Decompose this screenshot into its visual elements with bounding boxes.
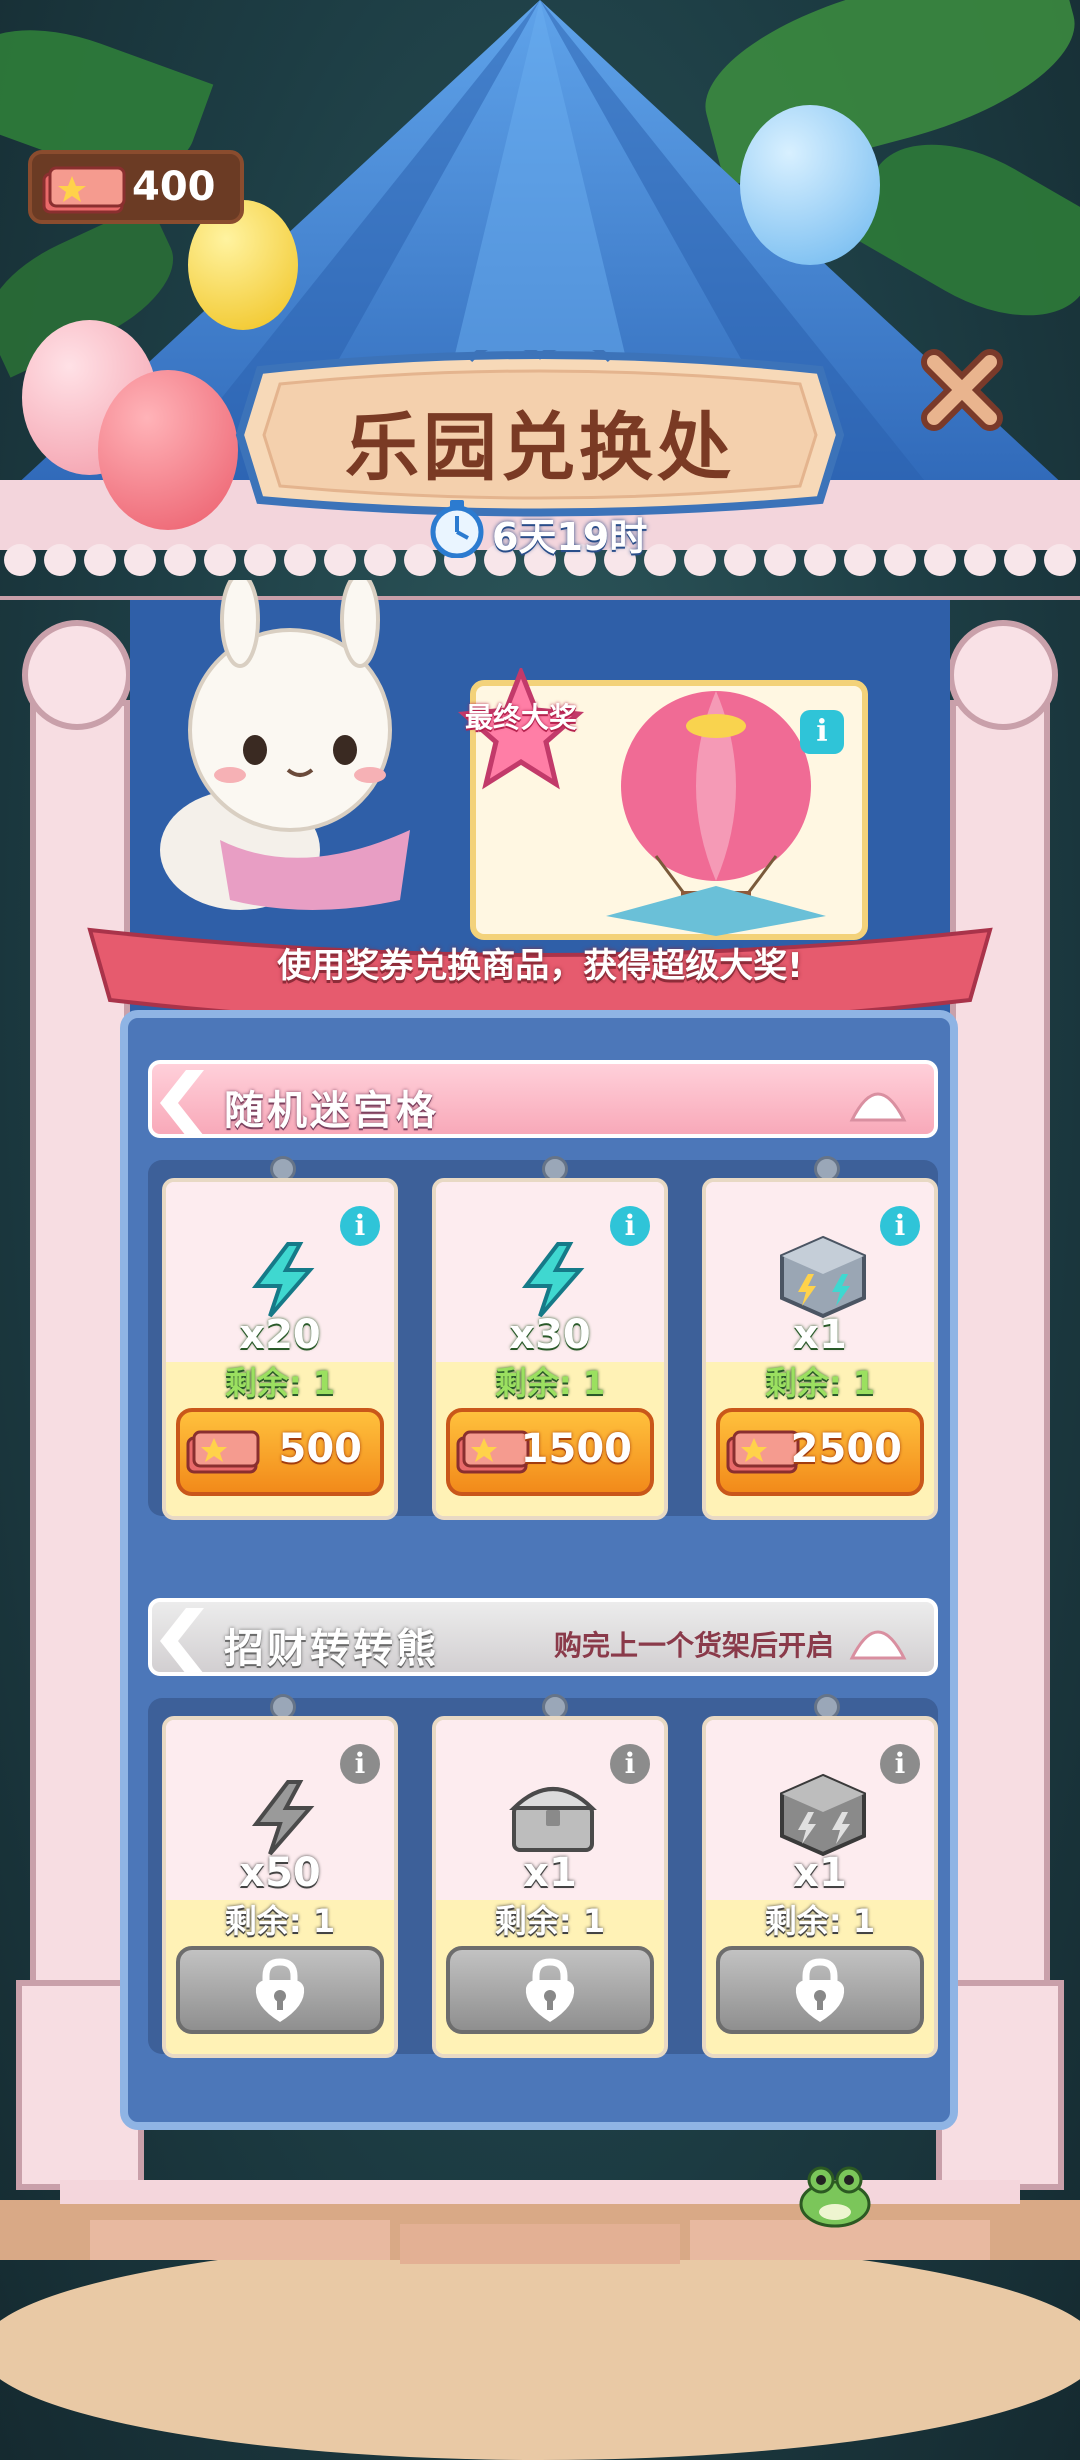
title-sign: 乐园兑换处: [220, 350, 860, 520]
lock-icon: [525, 1958, 575, 2022]
item-card-locked[interactable]: i x50 剩余: 1: [162, 1716, 398, 2058]
grand-prize-badge-text: 最终大奖: [464, 701, 577, 734]
lightning-box-icon: [780, 1235, 866, 1319]
page-title: 乐园兑换处: [345, 405, 735, 491]
item-card[interactable]: i x30 剩余: 1 1500: [432, 1178, 668, 1520]
item-quantity: x50: [239, 1850, 321, 1896]
info-icon[interactable]: i: [340, 1744, 380, 1784]
item-quantity: x1: [523, 1850, 577, 1896]
item-quantity: x30: [509, 1312, 591, 1358]
unlock-hint: 购完上一个货架后开启: [553, 1629, 834, 1662]
item-card[interactable]: i x1 剩余: 1 2500: [702, 1178, 938, 1520]
locked-button[interactable]: [716, 1946, 924, 2034]
lightning-box-icon: [780, 1773, 866, 1857]
info-icon[interactable]: i: [880, 1206, 920, 1246]
item-quantity: x1: [793, 1850, 847, 1896]
lightning-icon: [521, 1242, 585, 1318]
lightning-icon: [251, 1780, 315, 1856]
section-header-bear[interactable]: 招财转转熊 购完上一个货架后开启: [148, 1598, 938, 1676]
timer-text: 6天19时: [492, 515, 648, 559]
ticket-icon: [186, 1430, 260, 1474]
item-remaining: 剩余: 1: [764, 1364, 876, 1402]
section-header-maze[interactable]: 随机迷宫格: [148, 1060, 938, 1138]
buy-button[interactable]: 2500: [716, 1408, 924, 1496]
event-timer: 6天19时: [430, 500, 650, 560]
locked-button[interactable]: [176, 1946, 384, 2034]
banner-text: 使用奖券兑换商品，获得超级大奖!: [277, 946, 803, 986]
section-title-maze: 随机迷宫格: [224, 1088, 439, 1134]
info-icon[interactable]: i: [880, 1744, 920, 1784]
ticket-icon: [42, 166, 126, 214]
section-title-bear: 招财转转熊: [224, 1626, 439, 1672]
item-remaining: 剩余: 1: [764, 1902, 876, 1940]
item-quantity: x1: [793, 1312, 847, 1358]
chevron-left-icon: [160, 1608, 204, 1674]
buy-button[interactable]: 1500: [446, 1408, 654, 1496]
ticket-count: 400: [132, 164, 216, 210]
sandy-floor: [0, 2180, 1080, 2460]
price-text: 500: [278, 1426, 363, 1472]
lightning-icon: [251, 1242, 315, 1318]
item-remaining: 剩余: 1: [224, 1364, 336, 1402]
collapse-toggle-icon[interactable]: [846, 1078, 910, 1128]
item-remaining: 剩余: 1: [494, 1902, 606, 1940]
item-card-locked[interactable]: i x1 剩余: 1: [432, 1716, 668, 2058]
balloon-pink: [98, 370, 238, 530]
frog-icon: [799, 2166, 871, 2228]
info-icon[interactable]: i: [340, 1206, 380, 1246]
price-text: 2500: [790, 1426, 902, 1472]
collapse-toggle-icon[interactable]: [846, 1616, 910, 1666]
lock-icon: [255, 1958, 305, 2022]
info-icon[interactable]: i: [610, 1206, 650, 1246]
buy-button[interactable]: 500: [176, 1408, 384, 1496]
price-text: 1500: [520, 1426, 632, 1472]
grand-prize-badge: 最终大奖: [456, 668, 586, 798]
item-remaining: 剩余: 1: [494, 1364, 606, 1402]
chest-icon: [509, 1787, 597, 1852]
lock-icon: [795, 1958, 845, 2022]
info-icon[interactable]: i: [800, 710, 844, 754]
locked-button[interactable]: [446, 1946, 654, 2034]
item-card-locked[interactable]: i x1 剩余: 1: [702, 1716, 938, 2058]
chevron-left-icon: [160, 1070, 204, 1136]
left-pillar-cap: [22, 620, 132, 730]
close-icon[interactable]: [912, 340, 1012, 440]
item-quantity: x20: [239, 1312, 321, 1358]
balloon-blue: [740, 105, 880, 265]
item-remaining: 剩余: 1: [224, 1902, 336, 1940]
ticket-counter: 400: [28, 150, 244, 224]
stopwatch-icon: [430, 500, 484, 558]
item-card[interactable]: i x20 剩余: 1 500: [162, 1178, 398, 1520]
right-pillar-cap: [948, 620, 1058, 730]
alpaca-mascot: [160, 580, 410, 910]
info-icon[interactable]: i: [610, 1744, 650, 1784]
